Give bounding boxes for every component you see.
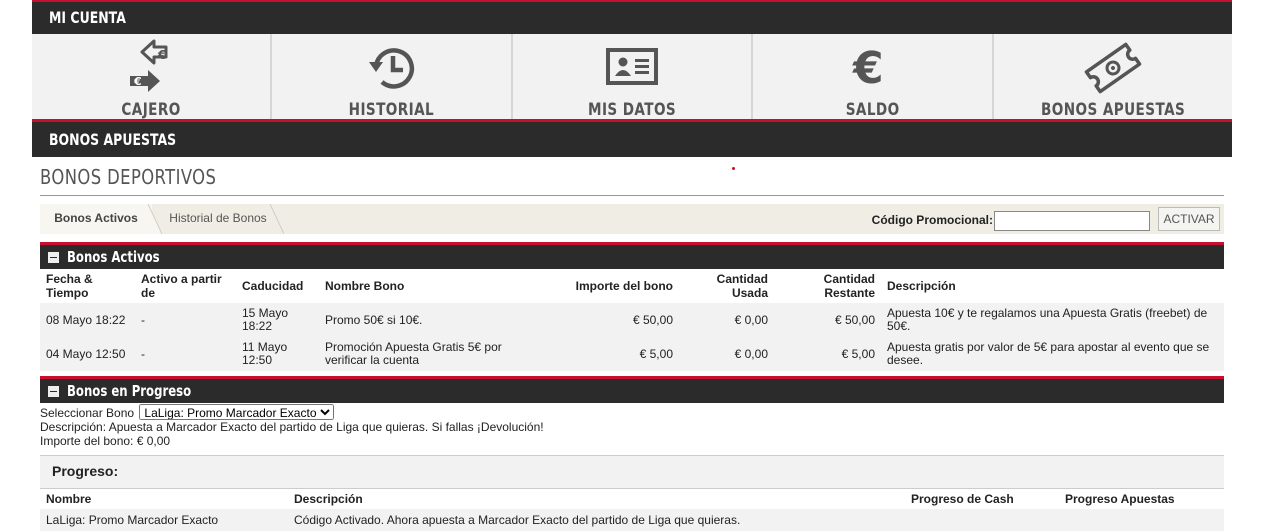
- tab-historial-bonos[interactable]: Historial de Bonos: [158, 204, 278, 234]
- cell-descripcion: Apuesta gratis por valor de 5€ para apos…: [881, 337, 1224, 371]
- column-header: Fecha & Tiempo: [46, 272, 93, 300]
- header-title: MI CUENTA: [49, 8, 126, 27]
- progress-info: Seleccionar Bono LaLiga: Promo Marcador …: [40, 404, 1224, 448]
- column-header: Nombre Bono: [325, 279, 405, 293]
- table-row: 04 Mayo 12:50 - 11 Mayo 12:50 Promoción …: [40, 337, 1224, 371]
- exchange-euro-icon: € €: [130, 39, 168, 92]
- column-header: Importe del bono: [575, 279, 673, 293]
- nav-label-historial: HISTORIAL: [348, 100, 435, 120]
- collapse-icon[interactable]: [48, 251, 59, 263]
- cell-nombre: Promo 50€ si 10€.: [319, 303, 553, 337]
- account-nav: € € CAJERO HISTORIAL MIS DATOS € SALDO B…: [32, 34, 1232, 122]
- column-header: Descripción: [887, 279, 956, 293]
- cell-importe: € 5,00: [553, 337, 679, 371]
- tabs-bar: Bonos Activos Historial de Bonos Código …: [40, 204, 1224, 234]
- bonus-amount: Importe del bono: € 0,00: [40, 434, 171, 448]
- ticket-icon: [1084, 42, 1142, 94]
- header-bar: MI CUENTA: [32, 0, 1232, 34]
- promo-code-label: Código Promocional:: [871, 213, 993, 227]
- select-bonus-label: Seleccionar Bono: [40, 406, 135, 420]
- page-title: BONOS DEPORTIVOS: [40, 160, 1224, 196]
- cell-nombre: LaLiga: Promo Marcador Exacto: [40, 509, 288, 531]
- cell-nombre: Promoción Apuesta Gratis 5€ por verifica…: [319, 337, 553, 371]
- column-header: Cantidad Restante: [823, 272, 875, 300]
- cell-fecha: 08 Mayo 18:22: [40, 303, 135, 337]
- nav-label-mis-datos: MIS DATOS: [587, 100, 677, 120]
- euro-icon: €: [852, 43, 884, 94]
- page-title-text: BONOS DEPORTIVOS: [40, 165, 217, 189]
- promo-code-input[interactable]: [994, 211, 1150, 231]
- svg-text:€: €: [133, 75, 142, 88]
- nav-item-cajero[interactable]: € € CAJERO: [32, 34, 273, 120]
- tab-bonos-activos[interactable]: Bonos Activos: [40, 204, 152, 234]
- id-card-icon: [606, 48, 659, 85]
- active-bonuses-title: Bonos Activos: [67, 248, 160, 266]
- cell-restante: € 50,00: [774, 303, 881, 337]
- activate-button[interactable]: ACTIVAR: [1158, 207, 1220, 231]
- tab-divider-2: [270, 204, 284, 234]
- cell-caducidad: 11 Mayo 12:50: [236, 337, 319, 371]
- cell-activo: -: [135, 337, 236, 371]
- cell-usada: € 0,00: [679, 337, 774, 371]
- nav-label-bonos-apuestas: BONOS APUESTAS: [1040, 100, 1185, 120]
- active-bonuses-header: Bonos Activos: [40, 242, 1224, 269]
- active-bonuses-table: Fecha & Tiempo Activo a partir de Caduci…: [40, 269, 1224, 371]
- table-row: 08 Mayo 18:22 - 15 Mayo 18:22 Promo 50€ …: [40, 303, 1224, 337]
- cell-importe: € 50,00: [553, 303, 679, 337]
- svg-text:€: €: [852, 43, 884, 94]
- progress-bonuses-title: Bonos en Progreso: [67, 382, 192, 400]
- progress-bonuses-header: Bonos en Progreso: [40, 376, 1224, 403]
- nav-item-saldo[interactable]: € SALDO: [753, 34, 994, 120]
- table-row: LaLiga: Promo Marcador Exacto Código Act…: [40, 509, 1224, 531]
- cell-caducidad: 15 Mayo 18:22: [236, 303, 319, 337]
- cell-apuestas: [1059, 509, 1224, 531]
- column-header: Progreso Apuestas: [1065, 492, 1175, 506]
- cell-descripcion: Apuesta 10€ y te regalamos una Apuesta G…: [881, 303, 1224, 337]
- collapse-icon[interactable]: [48, 385, 59, 397]
- column-header: Caducidad: [242, 279, 304, 293]
- svg-text:€: €: [157, 48, 166, 62]
- progress-title: Progreso:: [40, 455, 1224, 489]
- table-header-row: Fecha & Tiempo Activo a partir de Caduci…: [40, 269, 1224, 303]
- history-icon: [368, 48, 414, 89]
- column-header: Progreso de Cash: [911, 492, 1014, 506]
- column-header: Descripción: [294, 492, 363, 506]
- cell-descripcion: Código Activado. Ahora apuesta a Marcado…: [288, 509, 905, 531]
- section-header-bar: BONOS APUESTAS: [32, 122, 1232, 157]
- section-header-title: BONOS APUESTAS: [49, 130, 177, 149]
- nav-label-cajero: CAJERO: [121, 100, 181, 120]
- cell-activo: -: [135, 303, 236, 337]
- bonus-content: BONOS DEPORTIVOS Bonos Activos Historial…: [40, 160, 1224, 531]
- cell-fecha: 04 Mayo 12:50: [40, 337, 135, 371]
- nav-item-mis-datos[interactable]: MIS DATOS: [513, 34, 754, 120]
- column-header: Cantidad Usada: [716, 272, 768, 300]
- cell-usada: € 0,00: [679, 303, 774, 337]
- column-header: Activo a partir de: [141, 272, 222, 300]
- progress-table: Nombre Descripción Progreso de Cash Prog…: [40, 489, 1224, 531]
- nav-item-historial[interactable]: HISTORIAL: [272, 34, 513, 120]
- cell-restante: € 5,00: [774, 337, 881, 371]
- nav-item-bonos-apuestas[interactable]: BONOS APUESTAS: [994, 34, 1232, 120]
- cell-cash: [905, 509, 1059, 531]
- bonus-select[interactable]: LaLiga: Promo Marcador Exacto: [139, 404, 335, 420]
- column-header: Nombre: [46, 492, 92, 506]
- bonus-description: Descripción: Apuesta a Marcador Exacto d…: [40, 420, 544, 434]
- table-header-row: Nombre Descripción Progreso de Cash Prog…: [40, 489, 1224, 509]
- nav-label-saldo: SALDO: [845, 100, 900, 120]
